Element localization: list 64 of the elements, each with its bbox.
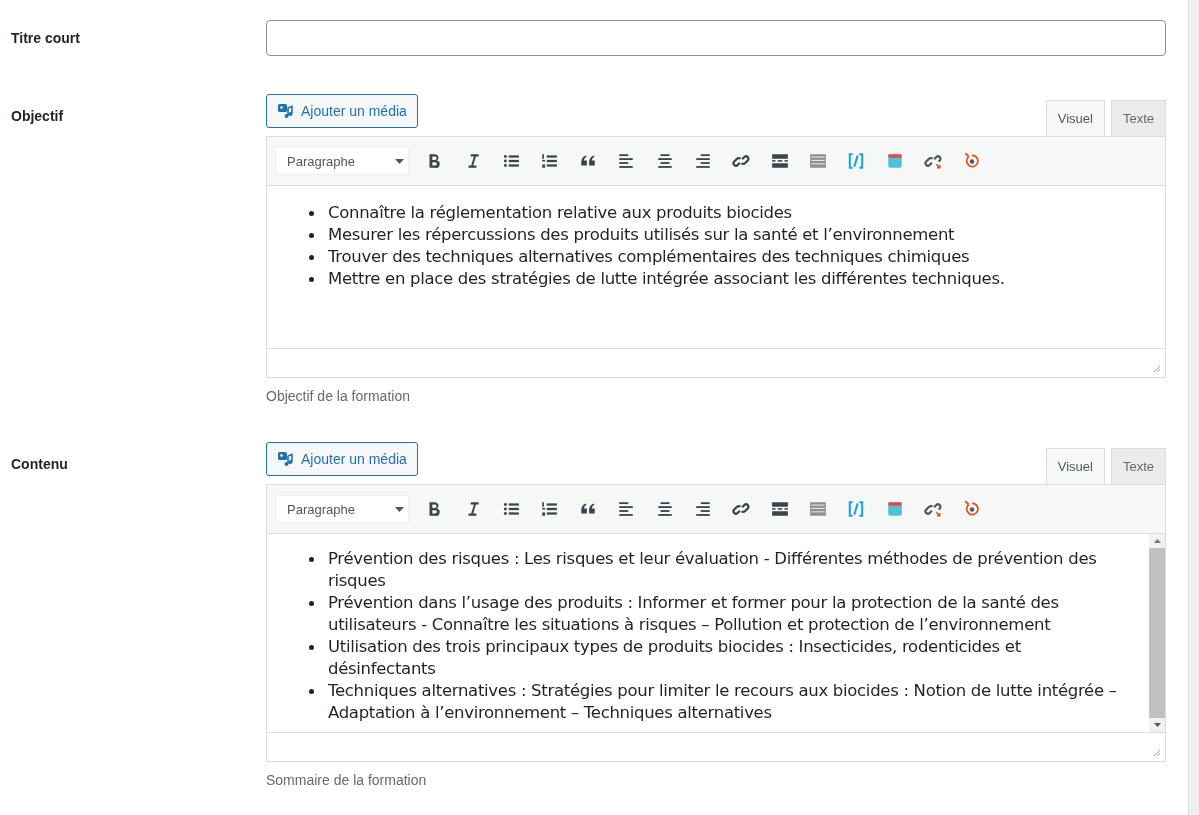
format-dropdown[interactable]: Paragraphe [275,147,409,175]
field-description: Objectif de la formation [266,388,411,404]
list-item-text: Techniques alternatives : Stratégies pour limiter le recours aux biocides : Notion de lutte intégrée – Adaptation à l’environnement – Techniques alternatives [328,680,1118,724]
list-item-text: Utilisation des trois principaux types de produits biocides : Insecticides, rodenticides et désinfectants [328,636,1022,680]
scrollbar-thumb[interactable] [1149,548,1165,718]
calendar-icon[interactable] [885,500,904,518]
toolbar-toggle-icon[interactable] [809,500,828,518]
field-description: Sommaire de la formation [266,772,428,788]
link-icon[interactable] [732,152,751,170]
caret-icon [395,158,404,164]
bullet-icon [309,689,314,694]
read-more-icon[interactable] [770,500,789,518]
field-label: Objectif [11,107,65,126]
shortcode-icon[interactable] [847,500,866,518]
bullet-icon [309,255,314,260]
list-item-text: Trouver des techniques alternatives complémentaires des techniques chimiques [328,246,970,268]
bullet-icon [309,211,314,216]
align-right-icon[interactable] [693,500,712,518]
bullet-icon [309,557,314,562]
target-icon[interactable] [962,152,981,170]
resize-handle-icon[interactable] [1153,749,1161,757]
list-item-text: Prévention dans l’usage des produits : Informer et former pour la protection de la santé des utilisateurs - Connaître les situations à risques – Pollution et protection de l’environnement [328,592,1060,636]
align-right-icon[interactable] [693,152,712,170]
add-media-button[interactable]: Ajouter un média [266,94,418,128]
editor-tab[interactable]: Texte [1110,448,1166,484]
numbered-list-icon[interactable] [540,500,559,518]
calendar-icon[interactable] [885,152,904,170]
field-label: Contenu [11,455,69,474]
bullet-icon [309,277,314,282]
list-item-text: Prévention des risques : Les risques et leur évaluation - Différentes méthodes de prévention des risques [328,548,1098,592]
link-icon[interactable] [732,500,751,518]
editor-tab[interactable]: Visuel [1045,100,1105,136]
scroll-down-icon[interactable] [1152,722,1162,728]
list-item-text: Connaître la réglementation relative aux produits biocides [328,202,792,224]
read-more-icon[interactable] [770,152,789,170]
align-center-icon[interactable] [655,152,674,170]
bullet-icon [309,601,314,606]
text-input[interactable] [266,20,1166,56]
bulleted-list-icon[interactable] [501,152,520,170]
bullet-icon [309,233,314,238]
bullet-icon [309,645,314,650]
scroll-up-icon[interactable] [1152,538,1162,544]
align-left-icon[interactable] [617,152,636,170]
media-icon [277,103,295,119]
media-icon [277,451,295,467]
editor-tab[interactable]: Texte [1110,100,1166,136]
shortcode-icon[interactable] [847,152,866,170]
list-item-text: Mesurer les répercussions des produits utilisés sur la santé et l’environnement [328,224,955,246]
editor-tab[interactable]: Visuel [1045,448,1105,484]
target-icon[interactable] [962,500,981,518]
resize-handle-icon[interactable] [1153,365,1161,373]
toolbar-toggle-icon[interactable] [809,152,828,170]
field-label: Titre court [11,29,81,48]
add-media-button[interactable]: Ajouter un média [266,442,418,476]
format-dropdown[interactable]: Paragraphe [275,495,409,523]
unlink-icon[interactable] [924,500,943,518]
unlink-icon[interactable] [924,152,943,170]
page-scrollbar[interactable] [1188,0,1199,815]
align-left-icon[interactable] [617,500,636,518]
caret-icon [395,506,404,512]
align-center-icon[interactable] [655,500,674,518]
list-item-text: Mettre en place des stratégies de lutte intégrée associant les différentes techniques. [328,268,1005,290]
bulleted-list-icon[interactable] [501,500,520,518]
numbered-list-icon[interactable] [540,152,559,170]
